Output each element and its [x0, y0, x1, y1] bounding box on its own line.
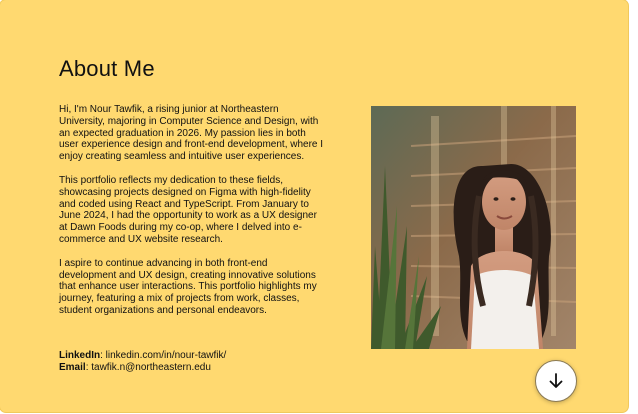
page-title: About Me	[59, 56, 155, 81]
linkedin-label: LinkedIn	[59, 350, 101, 361]
email-row: Email: tawfik.n@northeastern.edu	[59, 362, 349, 374]
arrow-down-icon	[549, 373, 563, 388]
email-link[interactable]: : tawfik.n@northeastern.edu	[86, 362, 211, 373]
scroll-down-button[interactable]	[535, 360, 577, 402]
profile-photo	[371, 106, 576, 349]
linkedin-row: LinkedIn: linkedin.com/in/nour-tawfik/	[59, 350, 349, 362]
bio-paragraph: This portfolio reflects my dedication to…	[59, 174, 317, 245]
linkedin-link[interactable]: : linkedin.com/in/nour-tawfik/	[100, 350, 226, 361]
bio-text: Hi, I'm Nour Tawfik, a rising junior at …	[59, 104, 349, 329]
email-label: Email	[59, 361, 86, 373]
bio-paragraph: I aspire to continue advancing in both f…	[59, 257, 317, 316]
contact-info: LinkedIn: linkedin.com/in/nour-tawfik/ E…	[59, 350, 349, 374]
bio-paragraph: Hi, I'm Nour Tawfik, a rising junior at …	[59, 104, 324, 163]
about-me-section: About Me Hi, I'm Nour Tawfik, a rising j…	[0, 0, 628, 412]
